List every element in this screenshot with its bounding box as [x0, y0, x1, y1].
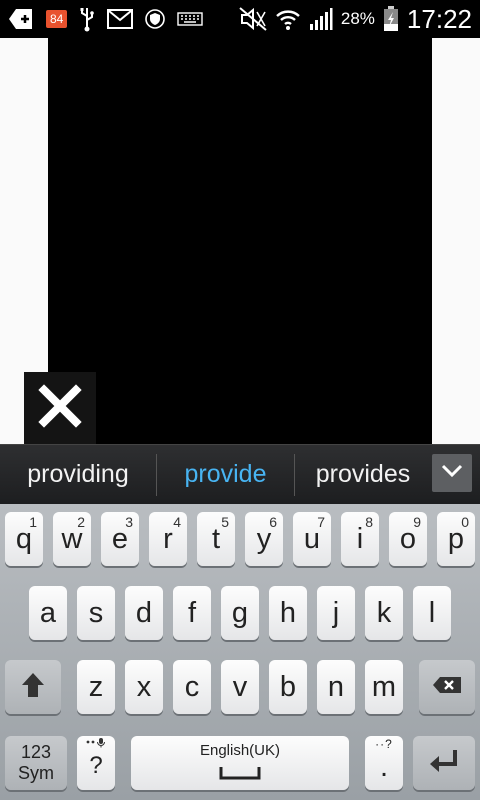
gmail-icon [107, 9, 134, 29]
key-h[interactable]: h [269, 586, 307, 640]
key-m[interactable]: m [365, 660, 403, 714]
key-p[interactable]: 0p [437, 512, 475, 566]
key-label: z [88, 670, 104, 703]
key-t[interactable]: 5t [197, 512, 235, 566]
chevron-down-icon [440, 463, 464, 483]
key-label: i [356, 522, 364, 555]
key-b[interactable]: b [269, 660, 307, 714]
key-g[interactable]: g [221, 586, 259, 640]
key-j[interactable]: j [317, 586, 355, 640]
space-key-language-label: English(UK) [199, 742, 281, 759]
wifi-icon [275, 7, 301, 31]
key-w[interactable]: 2w [53, 512, 91, 566]
mute-icon [239, 7, 267, 31]
signal-icon [309, 7, 333, 31]
backspace-key[interactable] [419, 660, 475, 714]
close-icon [38, 384, 82, 432]
clock: 17:22 [406, 3, 472, 34]
key-hint: 9 [413, 514, 421, 530]
battery-percent: 28% [340, 9, 375, 28]
key-l[interactable]: l [413, 586, 451, 640]
suggestion-bar: providing provide provides [0, 444, 480, 504]
key-label: s [88, 596, 104, 629]
key-label: j [332, 596, 340, 629]
video-player[interactable] [48, 38, 432, 444]
key-r[interactable]: 4r [149, 512, 187, 566]
key-f[interactable]: f [173, 586, 211, 640]
key-c[interactable]: c [173, 660, 211, 714]
key-label: a [39, 596, 57, 629]
key-label: b [279, 670, 297, 703]
shift-key[interactable] [5, 660, 61, 714]
add-notification-icon [8, 8, 34, 30]
key-y[interactable]: 6y [245, 512, 283, 566]
key-v[interactable]: v [221, 660, 259, 714]
key-hint: 3 [125, 514, 133, 530]
usb-icon [79, 6, 95, 32]
enter-key[interactable] [413, 736, 475, 790]
key-e[interactable]: 3e [101, 512, 139, 566]
key-label: n [327, 670, 345, 703]
key-label: k [376, 596, 392, 629]
key-z[interactable]: z [77, 660, 115, 714]
key-hint: 2 [77, 514, 85, 530]
key-label: l [428, 596, 436, 629]
status-bar: 84 28% 17:22 [0, 0, 480, 38]
key-k[interactable]: k [365, 586, 403, 640]
enter-icon [427, 748, 461, 779]
space-key[interactable]: English(UK) [131, 736, 349, 790]
suggestion-item[interactable]: providing [0, 445, 156, 504]
content-area [0, 38, 480, 444]
key-label: c [184, 670, 200, 703]
key-d[interactable]: d [125, 586, 163, 640]
key-hint: 1 [29, 514, 37, 530]
symbols-key-label-top: 123 [20, 742, 52, 762]
suggestion-item-highlighted[interactable]: provide [157, 445, 294, 504]
symbols-key-label-bottom: Sym [18, 763, 54, 783]
close-button[interactable] [24, 372, 96, 444]
keyboard: 1q 2w 3e 4r 5t 6y 7u 8i 9o 0p a s d f g … [0, 504, 480, 800]
question-mic-key[interactable]: ? [77, 736, 115, 790]
key-label: . [379, 750, 389, 783]
key-label: ? [89, 752, 103, 779]
key-label: m [371, 670, 397, 703]
key-i[interactable]: 8i [341, 512, 379, 566]
key-u[interactable]: 7u [293, 512, 331, 566]
keyboard-icon [177, 12, 204, 26]
key-x[interactable]: x [125, 660, 163, 714]
key-hint: 8 [365, 514, 373, 530]
key-hint: 6 [269, 514, 277, 530]
battery-charging-icon [383, 6, 399, 32]
key-label: f [187, 596, 197, 629]
key-label: g [231, 596, 249, 629]
key-hint: 5 [221, 514, 229, 530]
key-n[interactable]: n [317, 660, 355, 714]
key-a[interactable]: a [29, 586, 67, 640]
backspace-icon [432, 676, 462, 699]
period-key-hint: ··? [375, 737, 393, 751]
key-hint: 7 [317, 514, 325, 530]
key-s[interactable]: s [77, 586, 115, 640]
expand-suggestions-button[interactable] [432, 454, 472, 492]
period-key[interactable]: ··? . [365, 736, 403, 790]
key-hint: 0 [461, 514, 469, 530]
key-label: v [232, 670, 248, 703]
key-o[interactable]: 9o [389, 512, 427, 566]
shield-icon [145, 9, 166, 29]
key-label: h [279, 596, 297, 629]
key-label: t [211, 522, 221, 555]
notification-badge: 84 [46, 10, 68, 28]
suggestion-item[interactable]: provides [295, 445, 431, 504]
key-hint: 4 [173, 514, 181, 530]
symbols-key[interactable]: 123 Sym [5, 736, 67, 790]
shift-icon [20, 671, 46, 704]
space-bar-icon [219, 766, 261, 780]
mic-hint-icon [77, 737, 115, 751]
key-label: d [135, 596, 153, 629]
key-label: x [136, 670, 152, 703]
key-q[interactable]: 1q [5, 512, 43, 566]
key-label: r [163, 522, 173, 555]
